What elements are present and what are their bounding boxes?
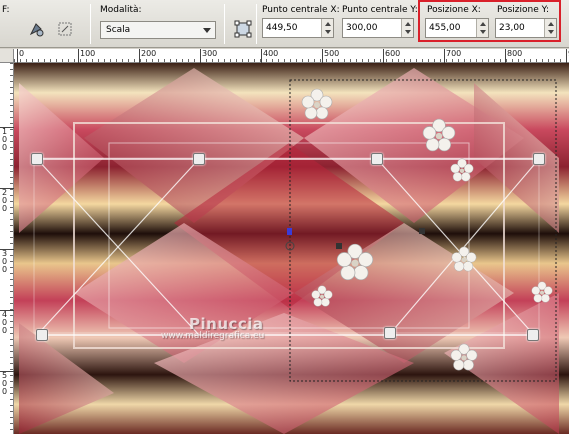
center-x-value: 449,50 — [266, 23, 298, 33]
flower-icon — [422, 118, 456, 152]
flower-icon — [450, 343, 478, 371]
ruler-tick-label: 500 — [0, 371, 14, 396]
mode-value: Scala — [106, 25, 131, 35]
transform-handle[interactable] — [36, 329, 48, 341]
ruler-tick-label: 800 — [505, 49, 522, 63]
canvas-artwork — [14, 63, 569, 434]
center-x-label: Punto centrale X: — [262, 5, 340, 15]
transform-handle[interactable] — [31, 153, 43, 165]
center-y-value: 300,00 — [346, 23, 378, 33]
center-y-field[interactable]: 300,00 — [342, 18, 414, 38]
center-x-field[interactable]: 449,50 — [262, 18, 334, 38]
toolbar-separator — [256, 4, 257, 44]
deform-tool-icon[interactable] — [54, 18, 76, 40]
transform-handle[interactable] — [527, 329, 539, 341]
ruler-tick-label: 700 — [444, 49, 461, 63]
watermark-url: www.maldiregrafica.eu — [161, 331, 265, 341]
transform-handle[interactable] — [384, 327, 396, 339]
ruler-tick-label: 100 — [78, 49, 95, 63]
ruler-corner — [0, 49, 14, 63]
ruler-tick-label: 0 — [17, 49, 24, 63]
flower-icon — [336, 243, 374, 281]
ruler-tick-label: 500 — [322, 49, 339, 63]
center-y-label: Punto centrale Y: — [342, 5, 418, 15]
chevron-down-icon — [203, 28, 211, 33]
partial-label: F: — [2, 5, 10, 15]
tool-options-bar: F: Modalità: Scala Punto centrale X: 449… — [0, 0, 569, 48]
ruler-tick-label: 400 — [261, 49, 278, 63]
flower-icon — [450, 158, 474, 182]
vertical-ruler: 100 200 300 400 500 — [0, 63, 14, 434]
flower-icon — [451, 246, 477, 272]
toolbar-separator — [90, 4, 91, 44]
ruler-tick-label: 300 — [200, 49, 217, 63]
center-x-spin-buttons[interactable] — [321, 19, 333, 37]
flower-icon — [311, 285, 333, 307]
flower-icon — [301, 88, 333, 120]
ruler-tick-label: 400 — [0, 310, 14, 335]
transform-handle[interactable] — [371, 153, 383, 165]
ruler-tick-label: 600 — [383, 49, 400, 63]
position-highlight-box — [418, 0, 561, 42]
ruler-tick-label: 300 — [0, 249, 14, 274]
flower-icon — [531, 281, 553, 303]
horizontal-ruler: 0100200300400500600700800900 — [14, 49, 569, 63]
transform-icon[interactable] — [232, 18, 254, 40]
transform-handle[interactable] — [193, 153, 205, 165]
transform-handle[interactable] — [533, 153, 545, 165]
toolbar-separator — [224, 4, 225, 44]
watermark: Pinuccia www.maldiregrafica.eu — [161, 315, 264, 341]
ruler-tick-label: 200 — [0, 188, 14, 213]
mode-select[interactable]: Scala — [100, 21, 216, 39]
pick-tool-icon[interactable] — [26, 18, 48, 40]
ruler-tick-label: 200 — [139, 49, 156, 63]
mode-label: Modalità: — [100, 5, 142, 15]
ruler-tick-label: 100 — [0, 127, 14, 152]
center-y-spin-buttons[interactable] — [401, 19, 413, 37]
image-canvas[interactable]: Pinuccia www.maldiregrafica.eu — [14, 63, 569, 434]
